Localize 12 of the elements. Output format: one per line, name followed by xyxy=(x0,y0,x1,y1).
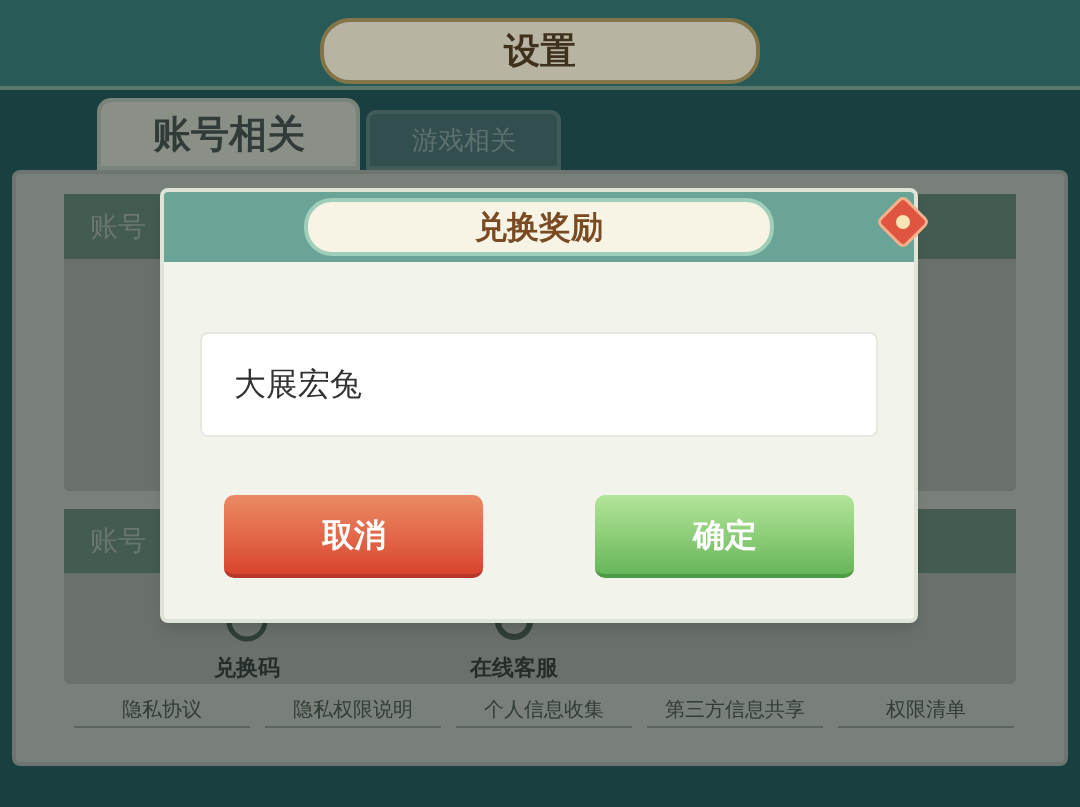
account-option[interactable]: 在线客服 xyxy=(470,613,558,684)
window-title: 设置 xyxy=(320,18,760,84)
confirm-button[interactable]: 确定 xyxy=(595,495,854,578)
code-input-field[interactable]: 大展宏兔 xyxy=(200,332,878,437)
dialog-title: 兑换奖励 xyxy=(304,198,774,256)
cancel-button[interactable]: 取消 xyxy=(224,495,483,578)
policy-link[interactable]: 第三方信息共享 xyxy=(647,694,823,728)
policy-link[interactable]: 个人信息收集 xyxy=(456,694,632,728)
policy-link[interactable]: 权限清单 xyxy=(838,694,1014,728)
tab[interactable]: 账号相关 xyxy=(97,98,360,170)
policy-link[interactable]: 隐私协议 xyxy=(74,694,250,728)
policy-link[interactable]: 隐私权限说明 xyxy=(265,694,441,728)
